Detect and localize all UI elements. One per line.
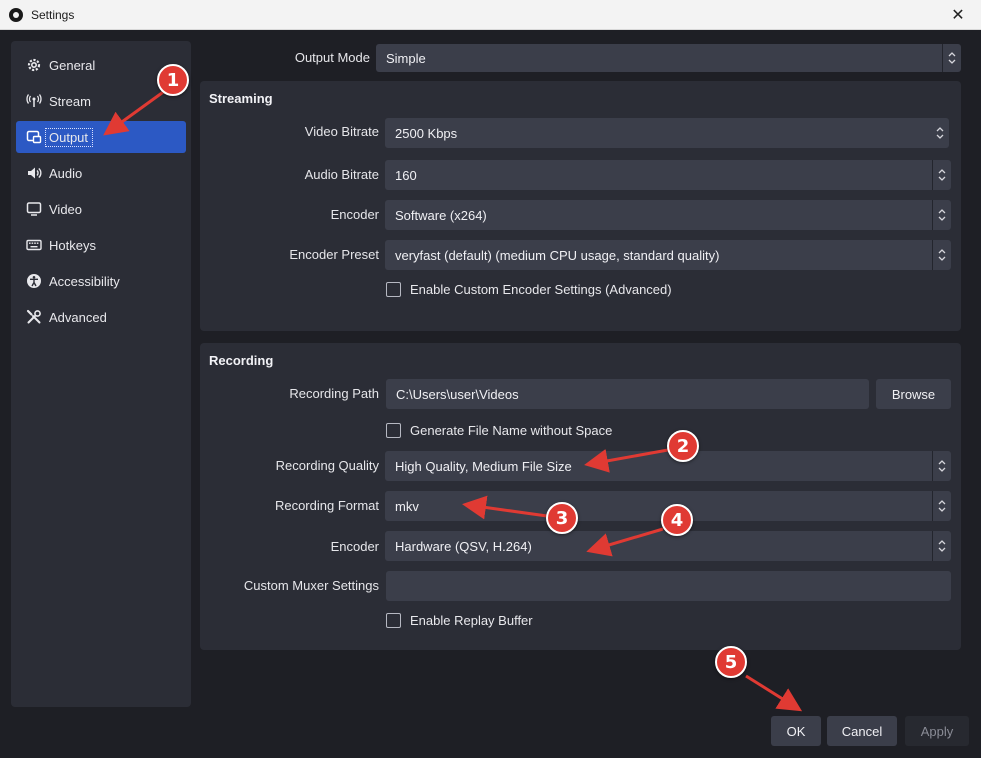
encoder-preset-label: Encoder Preset [289, 247, 379, 262]
obs-logo-icon [9, 7, 23, 22]
checkbox-box[interactable] [386, 423, 401, 438]
close-button[interactable]: ✕ [935, 0, 981, 30]
keyboard-icon [25, 237, 42, 254]
monitor-icon [25, 201, 42, 218]
annotation-badge-3: 3 [546, 502, 578, 534]
checkbox-box[interactable] [386, 282, 401, 297]
recording-encoder-label: Encoder [330, 539, 379, 554]
custom-encoder-label: Enable Custom Encoder Settings (Advanced… [410, 282, 672, 297]
output-mode-select[interactable]: Simple [376, 44, 961, 72]
recording-format-label: Recording Format [274, 498, 379, 513]
sidebar-item-label: Hotkeys [49, 237, 96, 253]
chevron-updown-icon [932, 200, 951, 230]
recording-encoder-select[interactable]: Hardware (QSV, H.264) [385, 531, 951, 561]
encoder-preset-value: veryfast (default) (medium CPU usage, st… [395, 247, 720, 263]
chevron-updown-icon [932, 451, 951, 481]
encoder-preset-select[interactable]: veryfast (default) (medium CPU usage, st… [385, 240, 951, 270]
recording-encoder-value: Hardware (QSV, H.264) [395, 538, 532, 554]
recording-path-value: C:\Users\user\Videos [396, 386, 519, 402]
apply-button[interactable]: Apply [905, 716, 969, 746]
chevron-updown-icon [942, 44, 961, 72]
output-mode-label: Output Mode [294, 50, 370, 65]
no-space-label: Generate File Name without Space [410, 423, 613, 438]
annotation-badge-4: 4 [661, 504, 693, 536]
annotation-badge-5: 5 [715, 646, 747, 678]
stream-encoder-select[interactable]: Software (x264) [385, 200, 951, 230]
chevron-updown-icon [932, 160, 951, 190]
stream-encoder-value: Software (x264) [395, 207, 487, 223]
no-space-checkbox[interactable]: Generate File Name without Space [386, 423, 612, 438]
antenna-icon [25, 93, 42, 110]
recording-quality-label: Recording Quality [275, 458, 379, 473]
sidebar-item-label: Output [44, 127, 94, 147]
spin-arrows-icon[interactable] [930, 118, 949, 148]
settings-sidebar: General Stream Output Audio Video Hotkey… [11, 41, 191, 707]
annotation-arrow-5 [745, 674, 803, 712]
chevron-updown-icon [932, 491, 951, 521]
output-icon [25, 129, 42, 146]
browse-button[interactable]: Browse [876, 379, 951, 409]
sidebar-item-label: Advanced [49, 309, 107, 325]
annotation-badge-2: 2 [667, 430, 699, 462]
sidebar-item-label: Video [49, 201, 83, 217]
video-bitrate-label: Video Bitrate [304, 124, 379, 139]
replay-buffer-checkbox[interactable]: Enable Replay Buffer [386, 613, 533, 628]
sidebar-item-video[interactable]: Video [16, 193, 186, 225]
accessibility-icon [25, 273, 42, 290]
streaming-title: Streaming [209, 91, 273, 106]
video-bitrate-value: 2500 Kbps [395, 125, 458, 141]
recording-path-input[interactable]: C:\Users\user\Videos [386, 379, 869, 409]
sidebar-item-label: Stream [49, 93, 91, 109]
chevron-updown-icon [932, 531, 951, 561]
recording-path-label: Recording Path [289, 386, 379, 401]
cancel-button[interactable]: Cancel [827, 716, 897, 746]
sidebar-item-output[interactable]: Output [16, 121, 186, 153]
audio-bitrate-label: Audio Bitrate [304, 167, 379, 182]
title-bar: Settings ✕ [0, 0, 981, 30]
output-mode-value: Simple [386, 50, 426, 66]
annotation-badge-1: 1 [157, 64, 189, 96]
replay-buffer-label: Enable Replay Buffer [410, 613, 533, 628]
sidebar-item-audio[interactable]: Audio [16, 157, 186, 189]
recording-quality-value: High Quality, Medium File Size [395, 458, 572, 474]
chevron-updown-icon [932, 240, 951, 270]
recording-quality-select[interactable]: High Quality, Medium File Size [385, 451, 951, 481]
custom-muxer-label: Custom Muxer Settings [243, 578, 379, 593]
audio-bitrate-value: 160 [395, 167, 417, 183]
sidebar-item-label: Audio [49, 165, 83, 181]
custom-encoder-checkbox[interactable]: Enable Custom Encoder Settings (Advanced… [386, 282, 672, 297]
audio-bitrate-select[interactable]: 160 [385, 160, 951, 190]
recording-title: Recording [209, 353, 274, 368]
sidebar-item-advanced[interactable]: Advanced [16, 301, 186, 333]
sidebar-item-label: Accessibility [49, 273, 120, 289]
recording-format-value: mkv [395, 498, 419, 514]
window-title: Settings [31, 7, 75, 22]
custom-muxer-input[interactable] [386, 571, 951, 601]
ok-button[interactable]: OK [771, 716, 821, 746]
checkbox-box[interactable] [386, 613, 401, 628]
sidebar-item-hotkeys[interactable]: Hotkeys [16, 229, 186, 261]
gear-icon [25, 57, 42, 74]
tools-icon [25, 309, 42, 326]
sidebar-item-label: General [49, 57, 96, 73]
video-bitrate-spinbox[interactable]: 2500 Kbps [385, 118, 949, 148]
stream-encoder-label: Encoder [330, 207, 379, 222]
speaker-icon [25, 165, 42, 182]
sidebar-item-accessibility[interactable]: Accessibility [16, 265, 186, 297]
